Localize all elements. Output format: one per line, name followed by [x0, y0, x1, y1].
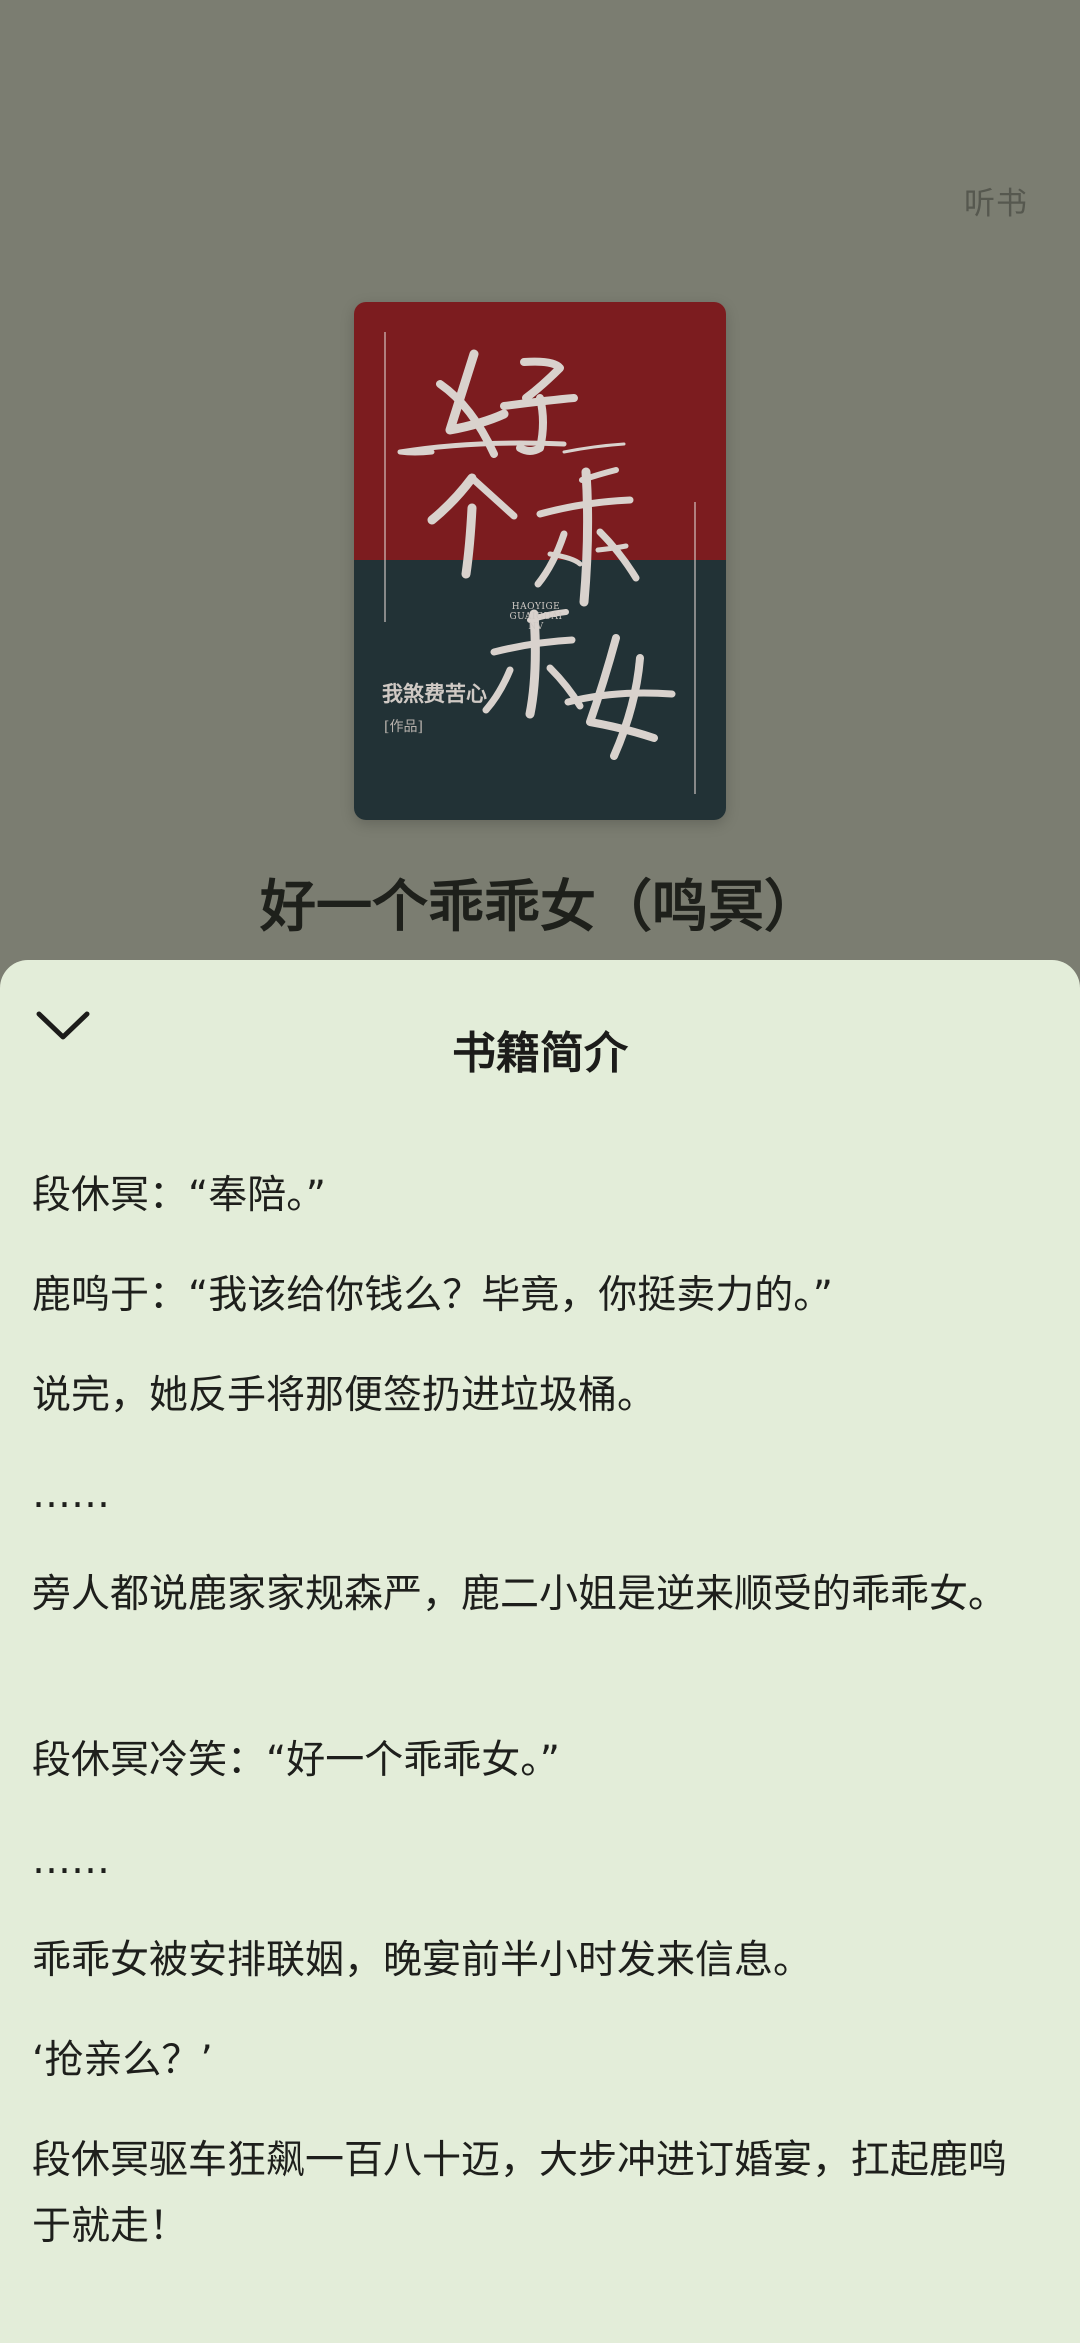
- book-title: 好一个乖乖女（鸣冥）: [260, 875, 820, 940]
- cover-pinyin-text: HAOYIGE GUAIGUAI NV: [509, 602, 563, 632]
- intro-paragraph: 旁人都说鹿家家规森严，鹿二小姐是逆来顺受的乖乖女。: [32, 1572, 1008, 1617]
- cover-work-tag: [作品]: [384, 719, 423, 735]
- sheet-title: 书籍简介: [452, 1028, 628, 1079]
- intro-paragraph: ……: [32, 1838, 110, 1883]
- intro-paragraph: ‘抢亲么？’: [32, 2038, 213, 2083]
- listen-book-button[interactable]: 听书: [964, 178, 1028, 223]
- cover-calligraphy-art: [397, 349, 676, 760]
- intro-sheet: 书籍简介 段休冥：“奉陪。” 鹿鸣于：“我该给你钱么？毕竟，你挺卖力的。” 说完…: [0, 960, 1080, 2343]
- intro-paragraph: 段休冥驱车狂飙一百八十迈，大步冲进订婚宴，扛起鹿鸣于就走！: [32, 2138, 1008, 2249]
- intro-paragraph: 段休冥：“奉陪。”: [32, 1173, 326, 1218]
- intro-paragraph: 段休冥冷笑：“好一个乖乖女。”: [32, 1738, 560, 1783]
- intro-paragraph: 乖乖女被安排联姻，晚宴前半小时发来信息。: [32, 1938, 813, 1983]
- book-cover[interactable]: HAOYIGE GUAIGUAI NV 我煞费苦心 [作品]: [354, 302, 726, 820]
- intro-paragraph: 说完，她反手将那便签扔进垃圾桶。: [32, 1373, 657, 1418]
- intro-paragraph: ……: [32, 1472, 110, 1517]
- intro-paragraph: 鹿鸣于：“我该给你钱么？毕竟，你挺卖力的。”: [32, 1273, 833, 1318]
- book-header-area: 听书 HAOYIGE GUAIGUAI NV 我煞费苦心 [作品] 好一个乖乖女…: [0, 0, 1080, 1000]
- cover-author: 我煞费苦心: [382, 681, 487, 706]
